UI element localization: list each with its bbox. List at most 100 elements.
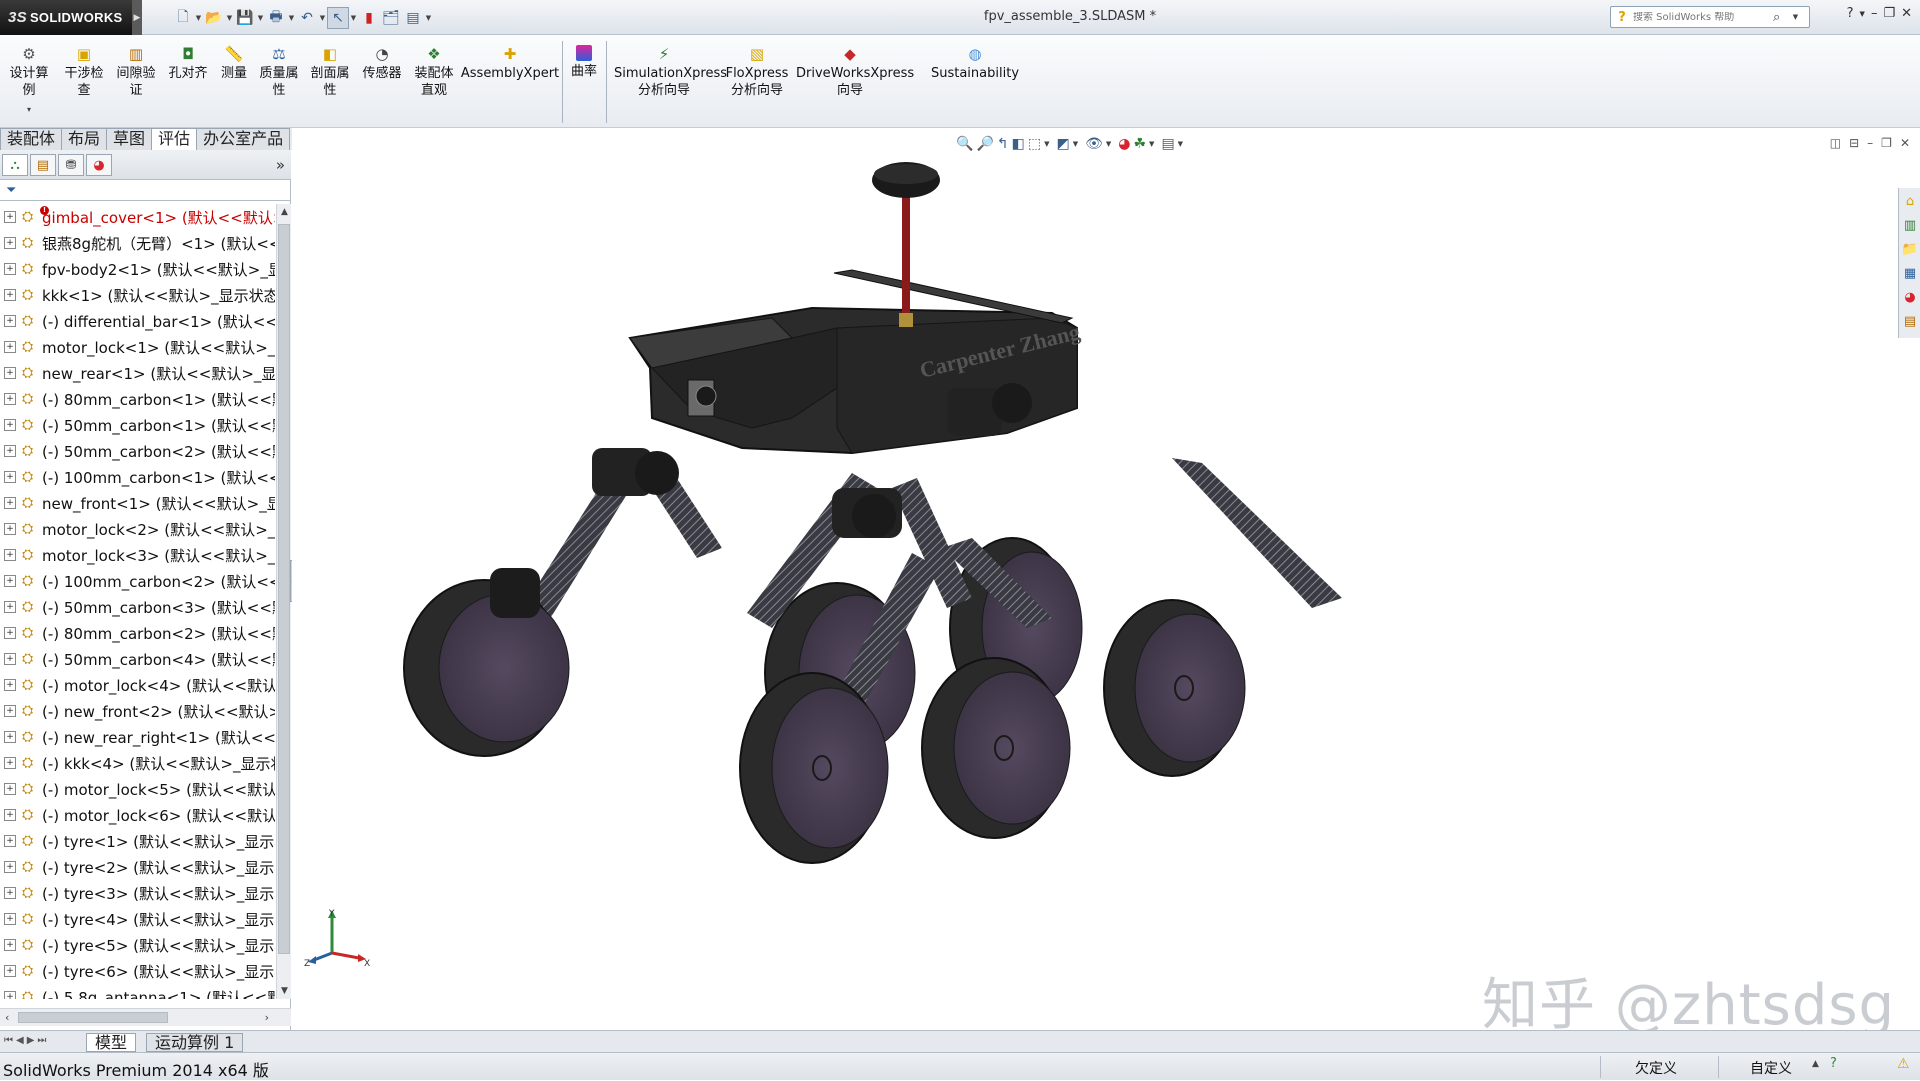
list-item[interactable]: + ⛭ (-) tyre<5> (默认<<默认>_显示状态 (0, 932, 275, 958)
expand-plus-icon[interactable]: + (4, 289, 16, 301)
expand-plus-icon[interactable]: + (4, 731, 16, 743)
filter-funnel-icon[interactable]: ⏷ (6, 183, 16, 198)
list-item[interactable]: + ⛭ (-) motor_lock<5> (默认<<默认>_显示 (0, 776, 275, 802)
expand-panel-icon[interactable]: » (276, 156, 285, 174)
simulationxpress-button[interactable]: ⚡ SimulationXpress分析向导 (610, 45, 727, 99)
file-properties-icon[interactable]: 🗂 (380, 7, 402, 29)
list-item[interactable]: + ⛭ (-) kkk<4> (默认<<默认>_显示状态 (0, 750, 275, 776)
chevron-down-icon[interactable]: ▼ (287, 14, 296, 22)
unit-system[interactable]: 自定义 (1750, 1058, 1792, 1078)
previous-tab-icon[interactable]: ◀ (16, 1035, 24, 1046)
feature-filter-bar[interactable]: ⏷ (0, 181, 291, 201)
expand-plus-icon[interactable]: + (4, 913, 16, 925)
help-search-input[interactable] (1633, 11, 1773, 23)
chevron-down-icon[interactable]: ▼ (1791, 13, 1800, 21)
list-item[interactable]: + ⛭ (-) 100mm_carbon<1> (默认<<默认> (0, 464, 275, 490)
chevron-down-icon[interactable]: ▼ (349, 14, 358, 22)
undo-icon[interactable]: ↶ (296, 7, 318, 29)
expand-plus-icon[interactable]: + (4, 861, 16, 873)
chevron-down-icon[interactable]: ▼ (424, 14, 433, 22)
expand-plus-icon[interactable]: + (4, 211, 16, 223)
list-item[interactable]: + ⛭ kkk<1> (默认<<默认>_显示状态 (0, 282, 275, 308)
sensor-button[interactable]: ◔ 传感器 (358, 45, 406, 82)
print-icon[interactable]: 🖶 (265, 7, 287, 29)
options-icon[interactable]: ▤ (402, 7, 424, 29)
list-item[interactable]: + ⛭ (-) tyre<6> (默认<<默认>_显示状态 (0, 958, 275, 984)
fpv-body[interactable]: Carpenter Zhang (628, 306, 1082, 455)
list-item[interactable]: + ⛭ motor_lock<1> (默认<<默认>_显示状态 (0, 334, 275, 360)
new-document-icon[interactable]: 🗋 (172, 7, 194, 29)
tab-layout[interactable]: 布局 (61, 128, 108, 150)
chevron-down-icon[interactable]: ▼ (225, 14, 234, 22)
expand-plus-icon[interactable]: + (4, 939, 16, 951)
feature-tree-horizontal-scrollbar[interactable]: ‹ › (0, 1008, 291, 1026)
expand-plus-icon[interactable]: + (4, 783, 16, 795)
expand-plus-icon[interactable]: + (4, 263, 16, 275)
interference-check-button[interactable]: ▣ 干涉检查 (62, 45, 106, 99)
solidworks-logo[interactable]: 3S SOLIDWORKS (0, 0, 132, 35)
list-item[interactable]: + ⛭ new_front<1> (默认<<默认>_显示状态 (0, 490, 275, 516)
expand-plus-icon[interactable]: + (4, 601, 16, 613)
assembly-visualization-button[interactable]: ❖ 装配体直观 (410, 45, 458, 99)
list-item[interactable]: + ⛭ (-) tyre<2> (默认<<默认>_显示状态 (0, 854, 275, 880)
list-item[interactable]: + ⛭!gimbal_cover<1> (默认<<默认>_显示状态 (0, 204, 275, 230)
assemblyxpert-button[interactable]: ✚ AssemblyXpert (461, 45, 559, 82)
feature-tree-vertical-scrollbar[interactable]: ▲ ▼ (276, 204, 291, 999)
search-icon[interactable]: ⌕ (1773, 10, 1791, 25)
tab-evaluate[interactable]: 评估 (151, 128, 198, 150)
close-icon[interactable]: ✕ (1901, 6, 1912, 21)
curvature-button[interactable]: 曲率 (566, 45, 602, 80)
design-study-button[interactable]: ⚙ 设计算例 ▾ (6, 45, 52, 118)
feature-tree-tab-icon[interactable]: ⛬ (2, 154, 28, 176)
expand-plus-icon[interactable]: + (4, 653, 16, 665)
antenna[interactable] (872, 162, 940, 327)
expand-plus-icon[interactable]: + (4, 887, 16, 899)
list-item[interactable]: + ⛭ (-) tyre<1> (默认<<默认>_显示状态 (0, 828, 275, 854)
help-icon[interactable]: ? (1847, 6, 1854, 21)
expand-plus-icon[interactable]: + (4, 497, 16, 509)
tab-office-products[interactable]: 办公室产品 (196, 128, 291, 150)
scroll-up-icon[interactable]: ▲ (277, 207, 292, 217)
rebuild-status-icon[interactable]: ⚠ (1897, 1056, 1910, 1072)
expand-plus-icon[interactable]: + (4, 315, 16, 327)
rebuild-traffic-light-icon[interactable]: ▮ (358, 7, 380, 29)
expand-plus-icon[interactable]: + (4, 679, 16, 691)
minimize-icon[interactable]: – (1871, 6, 1878, 21)
expand-plus-icon[interactable]: + (4, 809, 16, 821)
help-search-box[interactable]: ? ⌕ ▼ (1610, 6, 1810, 28)
chevron-down-icon[interactable]: ▾ (27, 101, 31, 118)
chevron-down-icon[interactable]: ▼ (318, 14, 327, 22)
measure-button[interactable]: 📏 测量 (216, 45, 252, 82)
menu-expand-arrow-icon[interactable]: ▶ (132, 0, 142, 35)
quick-tips-icon[interactable]: ? (1830, 1056, 1837, 1071)
expand-plus-icon[interactable]: + (4, 991, 16, 999)
driveworksxpress-button[interactable]: ◆ DriveWorksXpress向导 (794, 45, 914, 99)
expand-plus-icon[interactable]: + (4, 523, 16, 535)
chevron-down-icon[interactable]: ▼ (256, 14, 265, 22)
expand-plus-icon[interactable]: + (4, 965, 16, 977)
list-item[interactable]: + ⛭ (-) tyre<4> (默认<<默认>_显示状态 (0, 906, 275, 932)
scroll-right-icon[interactable]: › (265, 1011, 269, 1024)
expand-plus-icon[interactable]: + (4, 445, 16, 457)
tyre-rear-right[interactable] (1103, 599, 1246, 777)
clearance-verification-button[interactable]: ▥ 间隙验证 (114, 45, 158, 99)
list-item[interactable]: + ⛭ (-) 80mm_carbon<1> (默认<<默认> (0, 386, 275, 412)
expand-plus-icon[interactable]: + (4, 549, 16, 561)
configuration-manager-tab-icon[interactable]: ⛃ (58, 154, 84, 176)
list-item[interactable]: + ⛭ (-) motor_lock<6> (默认<<默认>_显示 (0, 802, 275, 828)
tab-motion-study-1[interactable]: 运动算例 1 (146, 1033, 244, 1052)
scroll-left-icon[interactable]: ‹ (5, 1011, 9, 1024)
next-tab-icon[interactable]: ▶ (27, 1035, 35, 1046)
tab-assembly[interactable]: 装配体 (0, 128, 63, 150)
tab-model[interactable]: 模型 (86, 1033, 137, 1052)
motor-lock[interactable] (592, 448, 679, 496)
scrollbar-thumb[interactable] (278, 224, 290, 954)
select-pointer-icon[interactable]: ↖ (327, 7, 349, 29)
list-item[interactable]: + ⛭ motor_lock<3> (默认<<默认>_显示状态 (0, 542, 275, 568)
list-item[interactable]: + ⛭ (-) 50mm_carbon<3> (默认<<默认> (0, 594, 275, 620)
expand-plus-icon[interactable]: + (4, 627, 16, 639)
list-item[interactable]: + ⛭ (-) 50mm_carbon<1> (默认<<默认> (0, 412, 275, 438)
hole-alignment-button[interactable]: ◘ 孔对齐 (166, 45, 210, 82)
list-item[interactable]: + ⛭ 银燕8g舵机（无臂）<1> (默认<<默认>_显示状态 (0, 230, 275, 256)
expand-plus-icon[interactable]: + (4, 575, 16, 587)
